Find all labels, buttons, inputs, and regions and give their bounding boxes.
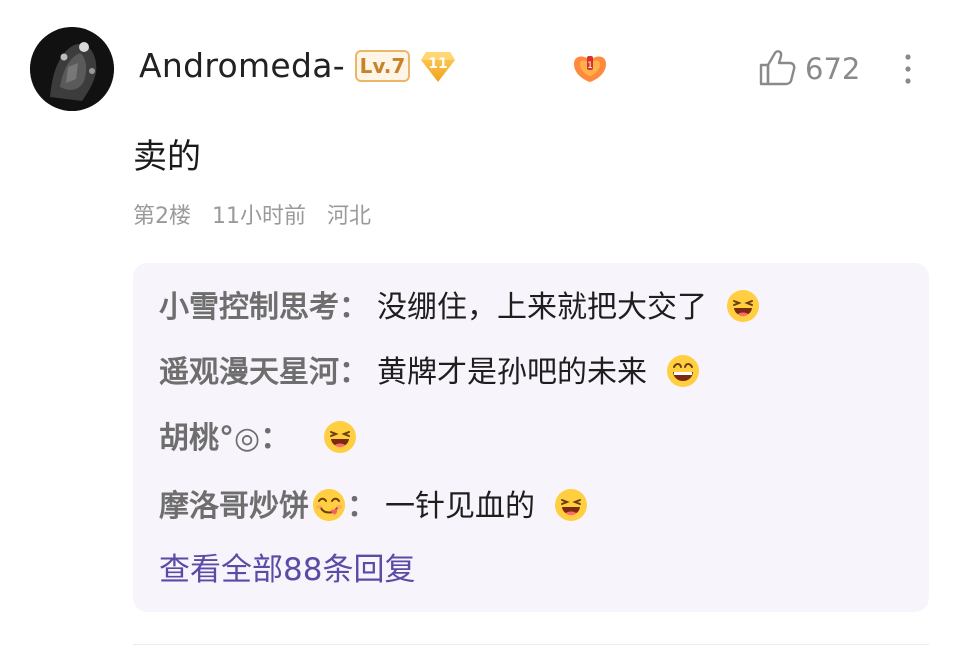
reply-item[interactable]: 胡桃°◎： xyxy=(159,417,358,461)
reply-text: 没绷住，上来就把大交了 xyxy=(377,290,707,325)
view-all-replies-link[interactable]: 查看全部88条回复 xyxy=(159,548,415,592)
location: 河北 xyxy=(327,204,372,229)
grinning-emoji-icon xyxy=(666,354,699,387)
fame-level: 11 xyxy=(428,56,448,72)
reply-text: 黄牌才是孙吧的未来 xyxy=(377,355,647,390)
yum-emoji-icon xyxy=(313,488,345,521)
svg-text:1: 1 xyxy=(587,61,593,71)
like-count: 672 xyxy=(805,52,861,86)
avatar[interactable] xyxy=(30,27,114,111)
reply-item[interactable]: 摩洛哥炒饼 ：一针见血的 xyxy=(159,485,589,529)
divider xyxy=(133,644,929,645)
laughing-emoji-icon xyxy=(323,420,356,453)
reply-text: 一针见血的 xyxy=(385,489,535,524)
reply-author[interactable]: 胡桃°◎ xyxy=(159,421,260,456)
replies-panel: 小雪控制思考： 没绷住，上来就把大交了 遥观漫天星河： 黄牌才是孙吧的未来 胡桃°◎… xyxy=(133,263,929,612)
thumbs-up-icon xyxy=(759,50,796,86)
laughing-emoji-icon xyxy=(726,289,759,322)
achievement-badge-icon: 1 xyxy=(574,56,606,82)
level-badge: Lv.7 xyxy=(355,50,410,82)
reply-item[interactable]: 小雪控制思考： 没绷住，上来就把大交了 xyxy=(159,286,761,330)
laughing-emoji-icon xyxy=(554,488,587,521)
fame-title: 知名人士 xyxy=(450,52,550,80)
comment-text: 卖的 xyxy=(133,137,201,177)
post-time: 11小时前 xyxy=(212,204,306,229)
reply-author[interactable]: 小雪控制思考 xyxy=(159,290,339,325)
more-vertical-icon[interactable] xyxy=(896,49,920,89)
comment-card: Andromeda- Lv.7 11 知名人士 1 672 卖的 第2楼 11小… xyxy=(0,0,960,658)
comment-meta: 第2楼 11小时前 河北 xyxy=(133,200,385,234)
reply-author[interactable]: 摩洛哥炒饼 xyxy=(159,489,309,524)
username[interactable]: Andromeda- xyxy=(139,44,345,88)
reply-item[interactable]: 遥观漫天星河： 黄牌才是孙吧的未来 xyxy=(159,351,701,395)
floor-number: 第2楼 xyxy=(133,204,191,229)
reply-author[interactable]: 遥观漫天星河 xyxy=(159,355,339,390)
fame-badge: 11 知名人士 xyxy=(420,48,562,84)
